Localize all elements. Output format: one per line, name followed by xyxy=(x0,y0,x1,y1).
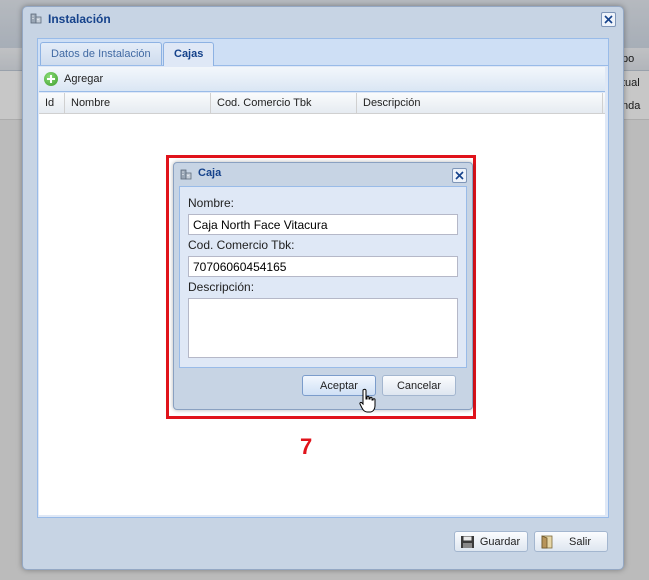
codigo-comercio-input[interactable] xyxy=(188,256,458,277)
add-button[interactable]: Agregar xyxy=(44,71,103,87)
add-button-label: Agregar xyxy=(64,73,104,85)
dialog-close-button[interactable] xyxy=(452,168,467,183)
tab-strip: Datos de Instalación Cajas xyxy=(38,39,608,66)
exit-button-label: Salir xyxy=(568,536,591,548)
caja-dialog: Caja Nombre: Cod. Comercio Tbk: Descripc… xyxy=(173,162,473,410)
nombre-input[interactable] xyxy=(188,214,458,235)
codigo-label: Cod. Comercio Tbk: xyxy=(188,238,295,252)
window-titlebar[interactable]: Instalación xyxy=(23,7,623,31)
column-header-nombre[interactable]: Nombre xyxy=(65,93,211,113)
close-icon xyxy=(455,171,464,180)
window-title: Instalación xyxy=(48,12,111,26)
window-close-button[interactable] xyxy=(601,12,616,27)
exit-button[interactable]: Salir xyxy=(534,531,608,552)
dialog-form: Nombre: Cod. Comercio Tbk: Descripción: xyxy=(179,186,467,368)
building-icon xyxy=(30,13,42,24)
building-icon xyxy=(180,169,192,180)
dialog-title: Caja xyxy=(198,167,222,179)
column-header-descripcion[interactable]: Descripción xyxy=(357,93,603,113)
column-header-codigo[interactable]: Cod. Comercio Tbk xyxy=(211,93,357,113)
grid-header: Id Nombre Cod. Comercio Tbk Descripción xyxy=(39,93,605,114)
step-number: 7 xyxy=(300,434,313,459)
tab-datos-instalacion[interactable]: Datos de Instalación xyxy=(40,42,162,65)
plus-circle-icon xyxy=(44,72,58,86)
column-header-id[interactable]: Id xyxy=(39,93,65,113)
door-exit-icon xyxy=(541,535,553,549)
floppy-disk-icon xyxy=(461,536,474,548)
close-icon xyxy=(604,15,613,24)
descripcion-label: Descripción: xyxy=(188,280,255,294)
save-button[interactable]: Guardar xyxy=(454,531,528,552)
cancel-button[interactable]: Cancelar xyxy=(382,375,456,396)
tab-cajas[interactable]: Cajas xyxy=(163,42,215,66)
nombre-label: Nombre: xyxy=(188,196,235,210)
hand-pointer-icon xyxy=(359,388,376,413)
descripcion-textarea[interactable] xyxy=(188,298,458,358)
grid-toolbar: Agregar xyxy=(39,67,605,92)
